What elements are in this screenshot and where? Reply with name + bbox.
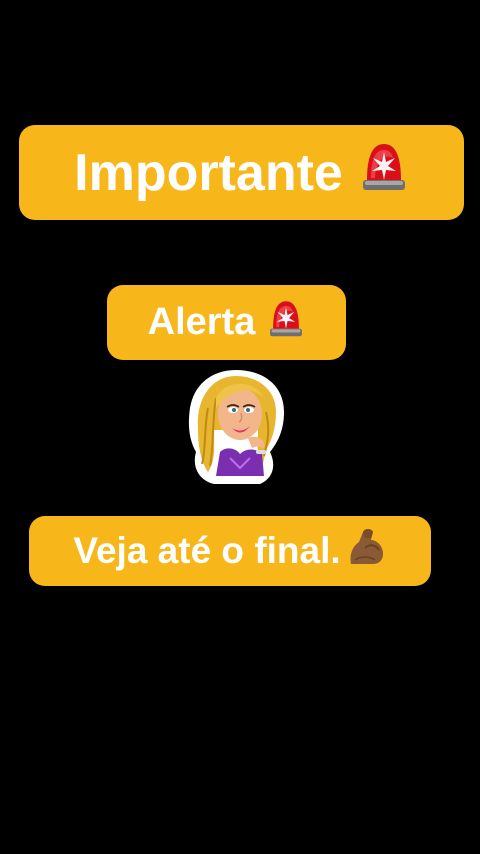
video-frame: Importante Alerta Veja até o final.: [0, 0, 480, 854]
caption-importante: Importante: [19, 125, 464, 220]
police-siren-icon: [359, 140, 409, 205]
caption-text: Veja até o final.: [73, 530, 341, 571]
caption-text: Alerta: [147, 301, 256, 343]
caption-veja-ate-o-final: Veja até o final.: [29, 516, 431, 586]
caption-alerta: Alerta: [107, 285, 346, 360]
caption-text: Importante: [74, 143, 343, 202]
police-siren-icon: [267, 298, 305, 348]
flexed-biceps-icon: [345, 526, 387, 577]
cartoon-woman-sticker: [186, 368, 286, 486]
